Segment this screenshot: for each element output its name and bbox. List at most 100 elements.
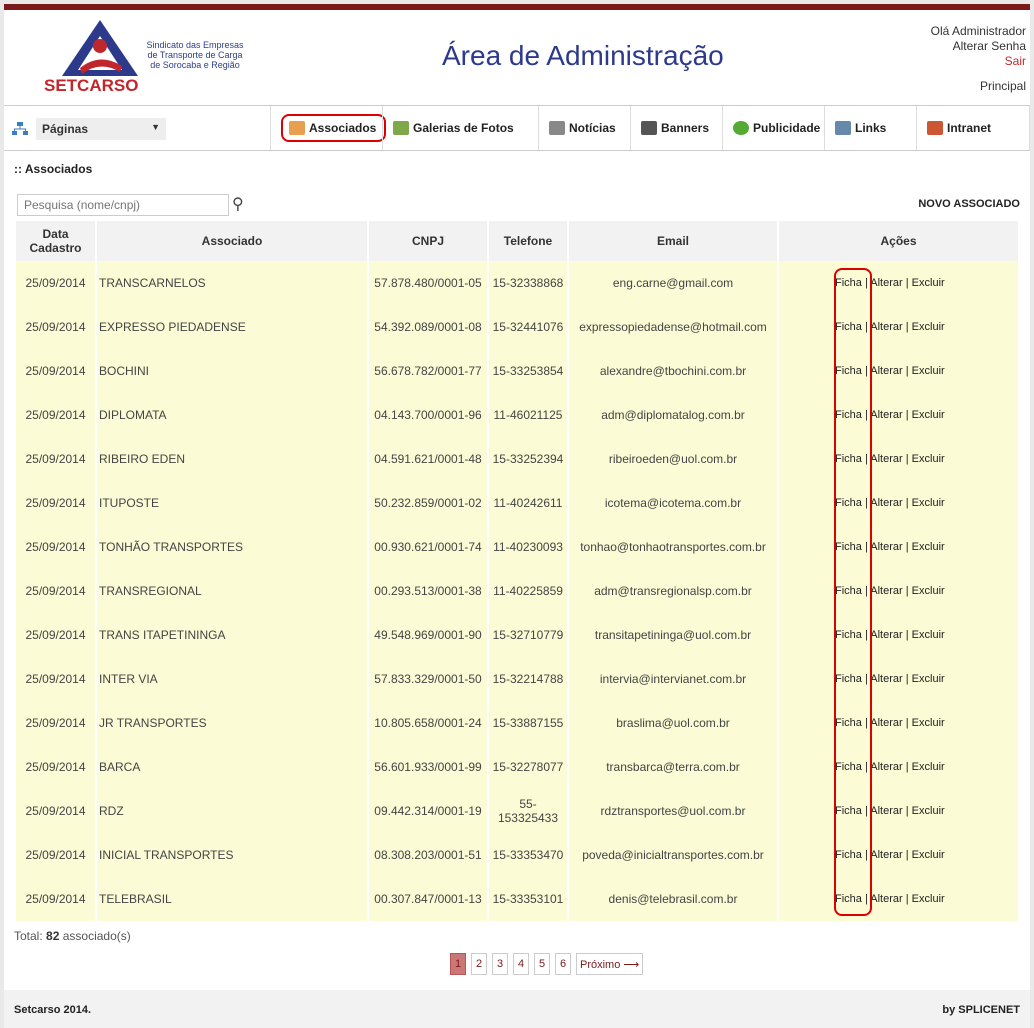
cell-date: 25/09/2014: [16, 657, 97, 701]
page-button[interactable]: 3: [492, 953, 508, 975]
column-header[interactable]: Telefone: [488, 221, 569, 261]
cell-actions: Ficha | Alterar | Excluir: [778, 349, 1020, 393]
action-separator: |: [905, 893, 909, 905]
footer-credit[interactable]: by SPLICENET: [942, 1004, 1020, 1016]
cell-phone: 15-33353101: [488, 877, 569, 921]
excluir-link[interactable]: Excluir: [912, 321, 945, 333]
nav-item-associados[interactable]: Associados: [270, 106, 387, 150]
page-button[interactable]: 6: [555, 953, 571, 975]
cell-date: 25/09/2014: [16, 393, 97, 437]
next-page-button[interactable]: Próximo ⟶: [576, 953, 644, 975]
setcarso-logo[interactable]: Sindicato das Empresas de Transporte de …: [44, 18, 254, 98]
cell-actions: Ficha | Alterar | Excluir: [778, 701, 1020, 745]
cell-email: alexandre@tbochini.com.br: [568, 349, 779, 393]
excluir-link[interactable]: Excluir: [912, 277, 945, 289]
nav-item-noticias[interactable]: Notícias: [538, 106, 630, 150]
excluir-link[interactable]: Excluir: [912, 629, 945, 641]
cell-associate: ITUPOSTE: [96, 481, 369, 525]
excluir-link[interactable]: Excluir: [912, 365, 945, 377]
new-associate-button[interactable]: NOVO ASSOCIADO: [918, 198, 1020, 210]
cell-email: braslima@uol.com.br: [568, 701, 779, 745]
nav-item-links[interactable]: Links: [824, 106, 916, 150]
search-row: ⚲ NOVO ASSOCIADO: [14, 194, 1020, 220]
ficha-highlight-box: [834, 268, 872, 916]
alterar-link[interactable]: Alterar: [870, 409, 902, 421]
alterar-link[interactable]: Alterar: [870, 849, 902, 861]
pages-select[interactable]: Páginas ▼: [36, 118, 166, 140]
search-input[interactable]: [17, 194, 229, 216]
excluir-link[interactable]: Excluir: [912, 805, 945, 817]
excluir-link[interactable]: Excluir: [912, 453, 945, 465]
page-button[interactable]: 1: [450, 953, 466, 975]
cell-email: transbarca@terra.com.br: [568, 745, 779, 789]
home-link[interactable]: Principal: [931, 79, 1026, 94]
excluir-link[interactable]: Excluir: [912, 849, 945, 861]
alterar-link[interactable]: Alterar: [870, 585, 902, 597]
alterar-link[interactable]: Alterar: [870, 541, 902, 553]
logout-link[interactable]: Sair: [931, 54, 1026, 69]
alterar-link[interactable]: Alterar: [870, 453, 902, 465]
column-header[interactable]: Email: [568, 221, 779, 261]
change-password-link[interactable]: Alterar Senha: [931, 39, 1026, 54]
alterar-link[interactable]: Alterar: [870, 805, 902, 817]
nav-item-banners[interactable]: Banners: [630, 106, 722, 150]
cell-actions: Ficha | Alterar | Excluir: [778, 789, 1020, 833]
cell-phone: 15-32441076: [488, 305, 569, 349]
page-button[interactable]: 2: [471, 953, 487, 975]
alterar-link[interactable]: Alterar: [870, 761, 902, 773]
column-header[interactable]: CNPJ: [368, 221, 489, 261]
cell-associate: TRANSCARNELOS: [96, 261, 369, 305]
cell-email: icotema@icotema.com.br: [568, 481, 779, 525]
logo-sub-line: de Transporte de Carga: [147, 50, 243, 60]
cell-phone: 15-33887155: [488, 701, 569, 745]
cell-cnpj: 04.143.700/0001-96: [368, 393, 489, 437]
cell-phone: 15-33253854: [488, 349, 569, 393]
column-header[interactable]: Associado: [96, 221, 369, 261]
cell-phone: 11-40225859: [488, 569, 569, 613]
alterar-link[interactable]: Alterar: [870, 717, 902, 729]
excluir-link[interactable]: Excluir: [912, 497, 945, 509]
alterar-link[interactable]: Alterar: [870, 893, 902, 905]
section-title: :: Associados: [14, 162, 93, 176]
cell-actions: Ficha | Alterar | Excluir: [778, 657, 1020, 701]
action-separator: |: [905, 849, 909, 861]
cell-associate: RDZ: [96, 789, 369, 833]
alterar-link[interactable]: Alterar: [870, 629, 902, 641]
alterar-link[interactable]: Alterar: [870, 277, 902, 289]
cell-phone: 15-32710779: [488, 613, 569, 657]
photo-gallery-icon: [393, 121, 409, 135]
search-icon[interactable]: ⚲: [232, 194, 244, 214]
alterar-link[interactable]: Alterar: [870, 321, 902, 333]
cell-phone: 15-32338868: [488, 261, 569, 305]
cell-date: 25/09/2014: [16, 525, 97, 569]
alterar-link[interactable]: Alterar: [870, 673, 902, 685]
cell-actions: Ficha | Alterar | Excluir: [778, 833, 1020, 877]
nav-label: Galerias de Fotos: [413, 121, 514, 135]
excluir-link[interactable]: Excluir: [912, 409, 945, 421]
alterar-link[interactable]: Alterar: [870, 497, 902, 509]
excluir-link[interactable]: Excluir: [912, 585, 945, 597]
logo-sub-line: de Sorocaba e Região: [150, 60, 240, 70]
column-header[interactable]: Data Cadastro: [16, 221, 97, 261]
page-button[interactable]: 4: [513, 953, 529, 975]
excluir-link[interactable]: Excluir: [912, 717, 945, 729]
excluir-link[interactable]: Excluir: [912, 541, 945, 553]
cell-cnpj: 50.232.859/0001-02: [368, 481, 489, 525]
cell-cnpj: 54.392.089/0001-08: [368, 305, 489, 349]
page-button[interactable]: 5: [534, 953, 550, 975]
cell-cnpj: 57.833.329/0001-50: [368, 657, 489, 701]
nav-item-galerias[interactable]: Galerias de Fotos: [382, 106, 538, 150]
alterar-link[interactable]: Alterar: [870, 365, 902, 377]
nav-item-publicidade[interactable]: Publicidade: [722, 106, 824, 150]
action-separator: |: [905, 365, 909, 377]
cell-date: 25/09/2014: [16, 261, 97, 305]
action-separator: |: [905, 321, 909, 333]
nav-item-intranet[interactable]: Intranet: [916, 106, 1030, 150]
cell-associate: RIBEIRO EDEN: [96, 437, 369, 481]
cell-cnpj: 09.442.314/0001-19: [368, 789, 489, 833]
excluir-link[interactable]: Excluir: [912, 893, 945, 905]
cell-date: 25/09/2014: [16, 789, 97, 833]
excluir-link[interactable]: Excluir: [912, 761, 945, 773]
excluir-link[interactable]: Excluir: [912, 673, 945, 685]
cell-actions: Ficha | Alterar | Excluir: [778, 877, 1020, 921]
